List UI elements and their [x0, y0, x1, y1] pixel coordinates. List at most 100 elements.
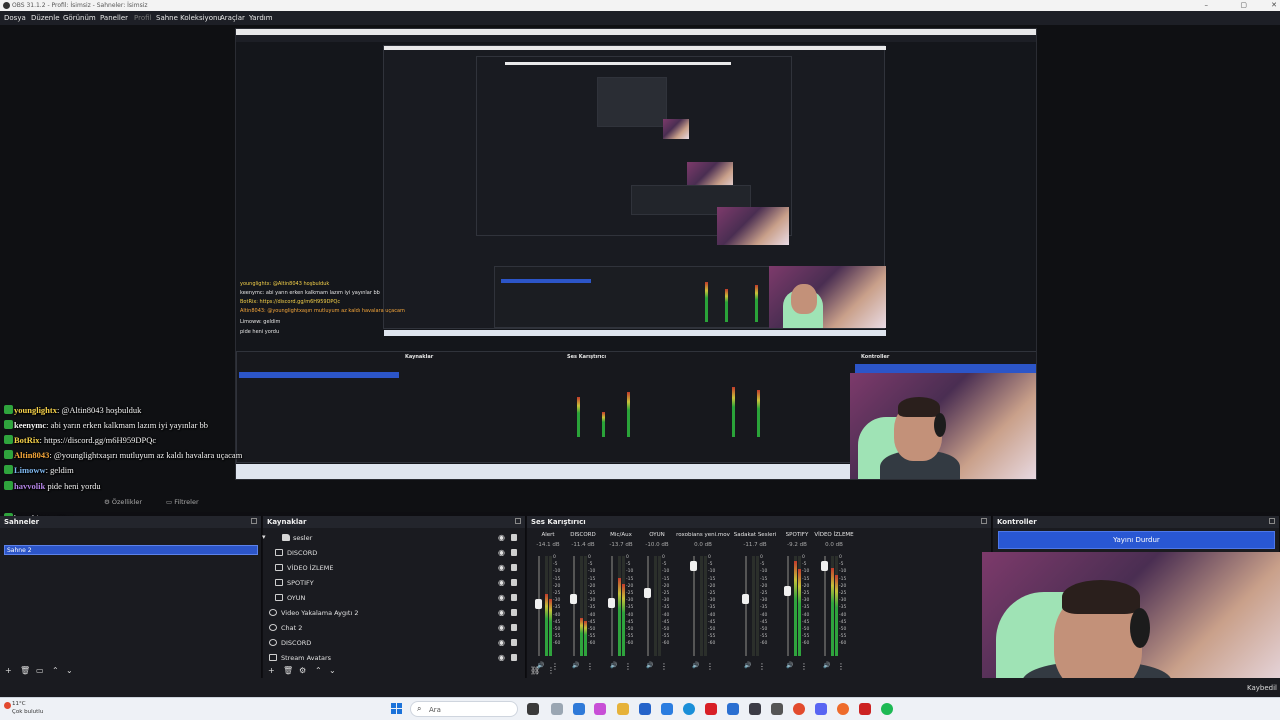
menu-profile[interactable]: Profil [134, 14, 151, 22]
netflix-icon[interactable] [705, 703, 717, 715]
lock-icon[interactable] [511, 564, 517, 571]
meter-scale-tick: -45 [708, 619, 716, 625]
level-meter-fill [545, 594, 548, 656]
lock-icon[interactable] [511, 534, 517, 541]
filters-tab[interactable]: ▭ Filtreler [166, 498, 199, 506]
meter-scale-tick: -25 [708, 591, 716, 597]
weather-widget[interactable]: 11°C Çok bulutlu [12, 700, 43, 716]
menu-edit[interactable]: Düzenle [31, 14, 60, 22]
taskbar-search-box[interactable]: ⌕ Ara [410, 701, 518, 717]
volume-fader-track[interactable] [647, 556, 649, 656]
obs-taskbar-icon[interactable] [749, 703, 761, 715]
app-icon-3[interactable] [859, 703, 871, 715]
menu-file[interactable]: Dosya [4, 14, 26, 22]
task-view-icon[interactable] [527, 703, 539, 715]
menu-view[interactable]: Görünüm [63, 14, 96, 22]
source-item[interactable]: OYUN ◉ [263, 591, 525, 606]
undock-icon[interactable] [515, 518, 521, 524]
stop-streaming-button[interactable]: Yayını Durdur [998, 531, 1275, 549]
scene-filters-icon[interactable]: ▭ [36, 666, 44, 675]
move-source-down-icon[interactable]: ⌄ [329, 666, 336, 675]
edge-icon[interactable] [683, 703, 695, 715]
eye-icon[interactable]: ◉ [498, 653, 505, 662]
mixer-menu-kebab-icon[interactable]: ⋮ [547, 666, 555, 675]
app-icon-2[interactable] [771, 703, 783, 715]
program-preview[interactable]: younglightx: @Altin8043 hoşbulduk keenym… [235, 28, 1037, 480]
app-icon-1[interactable] [594, 703, 606, 715]
move-source-up-icon[interactable]: ⌃ [315, 666, 322, 675]
file-explorer-icon[interactable] [617, 703, 629, 715]
source-item[interactable]: Stream Avatars ◉ [263, 651, 525, 666]
undock-icon[interactable] [251, 518, 257, 524]
eye-icon[interactable]: ◉ [498, 548, 505, 557]
scene-item-sahne-2[interactable]: Sahne 2 [4, 545, 258, 555]
volume-fader-track[interactable] [745, 556, 747, 656]
add-source-button[interactable]: + [268, 666, 275, 675]
add-scene-button[interactable]: + [5, 666, 12, 675]
volume-fader-track[interactable] [824, 556, 826, 656]
undock-icon[interactable] [981, 518, 987, 524]
volume-fader-knob[interactable] [644, 588, 651, 599]
lock-icon[interactable] [511, 549, 517, 556]
minimize-icon[interactable]: – [1205, 1, 1209, 9]
source-item[interactable]: Video Yakalama Aygıtı 2 ◉ [263, 606, 525, 621]
volume-fader-knob[interactable] [570, 594, 577, 604]
menu-help[interactable]: Yardım [249, 14, 273, 22]
menu-docks[interactable]: Paneller [100, 14, 128, 22]
source-item[interactable]: VİDEO İZLEME ◉ [263, 561, 525, 576]
lock-icon[interactable] [511, 609, 517, 616]
volume-fader-knob[interactable] [784, 586, 791, 597]
lock-icon[interactable] [511, 579, 517, 586]
source-properties-gear-icon[interactable]: ⚙ [299, 666, 306, 675]
source-item[interactable]: SPOTIFY ◉ [263, 576, 525, 591]
lock-icon[interactable] [511, 654, 517, 661]
volume-fader-knob[interactable] [535, 598, 542, 609]
lock-icon[interactable] [511, 624, 517, 631]
outlook-icon[interactable] [727, 703, 739, 715]
eye-icon[interactable]: ◉ [498, 563, 505, 572]
nested-selected-scene [239, 372, 399, 378]
remove-scene-trash-icon[interactable]: 🗑 [20, 666, 30, 675]
eye-icon[interactable]: ◉ [498, 533, 505, 542]
meter-scale-tick: -10 [553, 569, 561, 575]
photos-icon[interactable] [573, 703, 585, 715]
lock-icon[interactable] [511, 594, 517, 601]
chevron-down-icon[interactable]: ▾ [262, 533, 266, 541]
eye-icon[interactable]: ◉ [498, 623, 505, 632]
menu-tools[interactable]: Araçlar [220, 14, 245, 22]
windows-start-icon[interactable] [391, 703, 403, 715]
move-scene-down-icon[interactable]: ⌄ [66, 666, 73, 675]
volume-fader-track[interactable] [573, 556, 575, 656]
source-item[interactable]: DISCORD ◉ [263, 546, 525, 561]
volume-fader-knob[interactable] [690, 560, 697, 571]
close-icon[interactable]: ✕ [1271, 1, 1277, 9]
volume-fader-knob[interactable] [608, 597, 615, 608]
remove-source-trash-icon[interactable]: 🗑 [283, 666, 293, 675]
undock-icon[interactable] [1269, 518, 1275, 524]
volume-fader-knob[interactable] [821, 560, 828, 571]
chrome-icon[interactable] [793, 703, 805, 715]
move-scene-up-icon[interactable]: ⌃ [52, 666, 59, 675]
volume-fader-track[interactable] [787, 556, 789, 656]
calendar-icon[interactable] [661, 703, 673, 715]
spotify-icon[interactable] [881, 703, 893, 715]
source-item[interactable]: Chat 2 ◉ [263, 621, 525, 636]
properties-tab[interactable]: ⚙ Özellikler [104, 498, 142, 506]
maximize-icon[interactable]: ▢ [1240, 1, 1247, 9]
source-item[interactable]: ▾ sesler ◉ [262, 531, 525, 546]
menu-scene-collection[interactable]: Sahne Koleksiyonu [156, 14, 222, 22]
volume-fader-track[interactable] [693, 556, 695, 656]
lock-icon[interactable] [511, 639, 517, 646]
source-item[interactable]: DISCORD ◉ [263, 636, 525, 651]
volume-fader-knob[interactable] [742, 594, 749, 604]
eye-icon[interactable]: ◉ [498, 638, 505, 647]
eye-icon[interactable]: ◉ [498, 608, 505, 617]
mixer-link-icon[interactable]: ⛓ [530, 666, 540, 675]
store-icon[interactable] [639, 703, 651, 715]
nested-2-webcam [769, 266, 886, 328]
eye-icon[interactable]: ◉ [498, 593, 505, 602]
copilot-icon[interactable] [551, 703, 563, 715]
firefox-icon[interactable] [837, 703, 849, 715]
eye-icon[interactable]: ◉ [498, 578, 505, 587]
discord-icon[interactable] [815, 703, 827, 715]
